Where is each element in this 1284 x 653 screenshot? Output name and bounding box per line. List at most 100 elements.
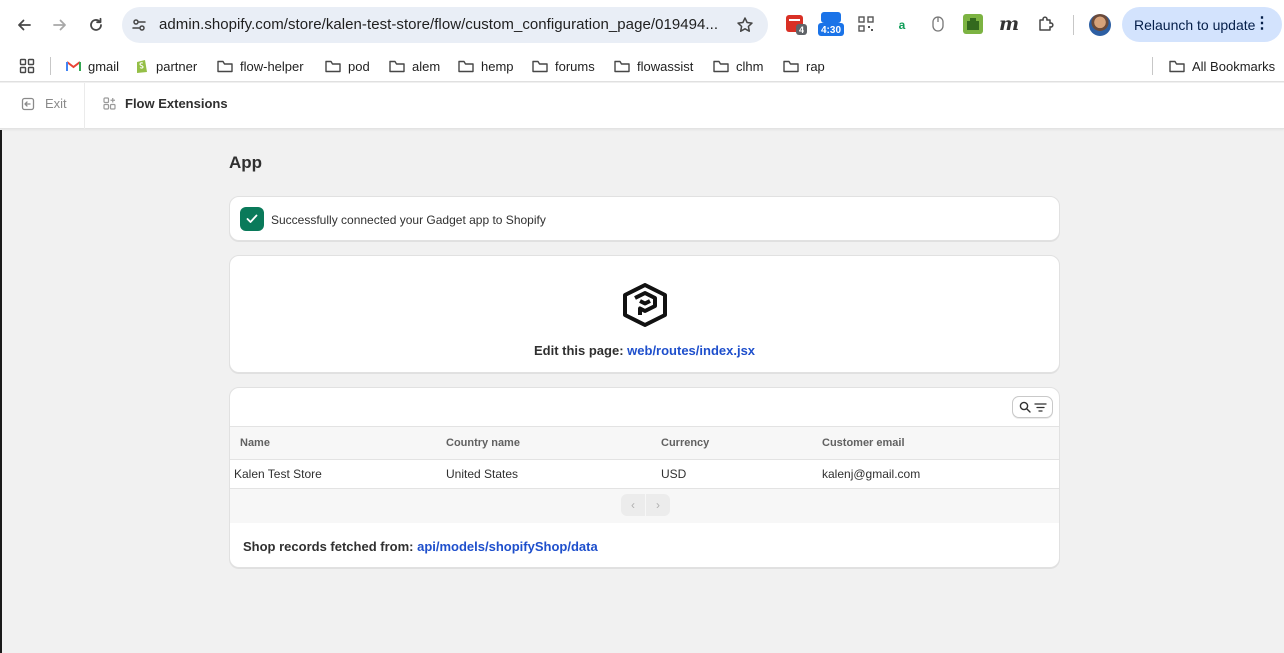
- gadget-info-card: Edit this page: web/routes/index.jsx: [229, 255, 1060, 373]
- reload-button[interactable]: [83, 12, 109, 38]
- apps-grid-icon: [19, 58, 35, 74]
- shopify-icon: [137, 60, 147, 73]
- filter-icon: [1033, 402, 1047, 412]
- window-edge: [0, 130, 2, 653]
- bookmark-label: gmail: [88, 58, 120, 74]
- bookmark-partner[interactable]: partner: [135, 55, 197, 77]
- checkmark-icon: [240, 207, 264, 231]
- records-source-link[interactable]: api/models/shopifyShop/data: [417, 539, 598, 554]
- bookmark-flow-helper[interactable]: flow-helper: [217, 55, 304, 77]
- back-button[interactable]: [11, 12, 37, 38]
- chevron-left-icon: ‹: [631, 498, 635, 512]
- bookmark-rap[interactable]: rap: [783, 55, 825, 77]
- timer-ext-icon[interactable]: 4:30: [818, 12, 844, 36]
- bookmark-star-icon[interactable]: [736, 16, 754, 34]
- bookmark-alem[interactable]: alem: [389, 55, 440, 77]
- banner-message: Successfully connected your Gadget app t…: [271, 213, 546, 227]
- previous-page-button[interactable]: ‹: [621, 494, 645, 516]
- app-header: Exit Flow Extensions: [0, 83, 1284, 129]
- edit-prefix: Edit this page:: [533, 343, 624, 358]
- column-header-currency[interactable]: Currency: [661, 437, 709, 449]
- bookmark-label: rap: [806, 58, 825, 74]
- bookmarks-bar: gmail partner flow-helper pod alem hemp …: [0, 50, 1284, 82]
- bookmarks-divider: [1152, 57, 1153, 75]
- cell-name: Kalen Test Store: [234, 467, 322, 481]
- folder-icon: [713, 60, 729, 72]
- bookmark-label: forums: [555, 58, 595, 74]
- search-icon: [1019, 401, 1031, 413]
- pagination: ‹ ›: [621, 494, 670, 516]
- exit-button[interactable]: Exit: [21, 96, 67, 111]
- exit-label: Exit: [45, 96, 67, 111]
- gmail-icon: [66, 61, 81, 71]
- toolbar-divider: [1073, 15, 1074, 35]
- bookmark-gmail[interactable]: gmail: [66, 55, 119, 77]
- all-bookmarks-button[interactable]: All Bookmarks: [1169, 55, 1275, 77]
- table-header: Name Country name Currency Customer emai…: [230, 426, 1059, 460]
- gadget-logo-icon: [623, 283, 667, 327]
- relaunch-label: Relaunch to update: [1134, 16, 1256, 33]
- green-a-ext-icon[interactable]: a: [891, 13, 913, 35]
- calendar-ext-badge: 4: [799, 25, 804, 35]
- folder-icon: [217, 60, 233, 72]
- folder-icon: [614, 60, 630, 72]
- browser-toolbar: admin.shopify.com/store/kalen-test-store…: [0, 0, 1284, 50]
- records-source-prefix: Shop records fetched from:: [243, 539, 414, 554]
- page-title: App: [229, 153, 263, 172]
- folder-icon: [325, 60, 341, 72]
- bookmark-label: flowassist: [637, 58, 694, 74]
- bookmark-hemp[interactable]: hemp: [458, 55, 514, 77]
- search-filter-button[interactable]: [1012, 396, 1053, 418]
- extensions-puzzle-icon[interactable]: [1035, 13, 1057, 35]
- more-menu-icon[interactable]: ⋮: [1254, 16, 1270, 32]
- bookmark-label: pod: [348, 58, 370, 74]
- mouse-ext-icon[interactable]: [927, 13, 949, 35]
- folder-icon: [389, 60, 405, 72]
- column-header-email[interactable]: Customer email: [822, 437, 905, 449]
- app-title: Flow Extensions: [103, 96, 228, 111]
- app-name: Flow Extensions: [125, 96, 228, 111]
- app-extension-icon: [103, 97, 116, 110]
- bookmark-clhm[interactable]: clhm: [713, 55, 763, 77]
- svg-text:a: a: [899, 18, 906, 32]
- column-header-name[interactable]: Name: [240, 437, 270, 449]
- records-source-note: Shop records fetched from: api/models/sh…: [243, 539, 598, 554]
- address-bar[interactable]: admin.shopify.com/store/kalen-test-store…: [122, 7, 768, 43]
- profile-avatar[interactable]: [1089, 14, 1111, 36]
- bookmark-label: flow-helper: [240, 58, 304, 74]
- bookmark-label: clhm: [736, 58, 764, 74]
- timer-ext-badge: 4:30: [821, 25, 841, 36]
- cell-country: United States: [446, 467, 519, 481]
- bookmark-flowassist[interactable]: flowassist: [614, 55, 693, 77]
- forward-button[interactable]: [47, 12, 73, 38]
- folder-icon: [458, 60, 474, 72]
- chevron-right-icon: ›: [656, 498, 660, 512]
- table-row[interactable]: Kalen Test Store United States USD kalen…: [230, 460, 1059, 489]
- arrow-right-icon: [53, 19, 66, 31]
- qr-code-ext-icon[interactable]: [855, 13, 877, 35]
- arrow-left-icon: [18, 19, 31, 31]
- toolbox-ext-icon[interactable]: [962, 13, 984, 35]
- site-settings-icon[interactable]: [131, 17, 147, 33]
- edit-page-link[interactable]: web/routes/index.jsx: [627, 343, 755, 358]
- edit-page-note: Edit this page: web/routes/index.jsx: [230, 343, 1059, 358]
- bookmark-forums[interactable]: forums: [532, 55, 595, 77]
- next-page-button[interactable]: ›: [646, 494, 670, 516]
- bookmark-pod[interactable]: pod: [325, 55, 370, 77]
- pagination-row: ‹ ›: [230, 489, 1059, 523]
- shop-records-card: Name Country name Currency Customer emai…: [229, 387, 1060, 568]
- bookmark-label: partner: [156, 58, 198, 74]
- success-banner: Successfully connected your Gadget app t…: [229, 196, 1060, 241]
- apps-grid-button[interactable]: [19, 55, 35, 77]
- calendar-ext-icon[interactable]: 4: [785, 13, 807, 35]
- all-bookmarks-label: All Bookmarks: [1192, 58, 1276, 74]
- column-header-country[interactable]: Country name: [446, 437, 520, 449]
- relaunch-button[interactable]: Relaunch to update ⋮: [1122, 7, 1282, 42]
- header-divider: [84, 83, 85, 129]
- url-text[interactable]: admin.shopify.com/store/kalen-test-store…: [159, 16, 718, 33]
- reload-icon: [90, 17, 102, 31]
- bookmark-label: hemp: [481, 58, 514, 74]
- m-ext-icon[interactable]: m: [998, 13, 1020, 35]
- folder-icon: [783, 60, 799, 72]
- bookmarks-divider: [50, 57, 51, 75]
